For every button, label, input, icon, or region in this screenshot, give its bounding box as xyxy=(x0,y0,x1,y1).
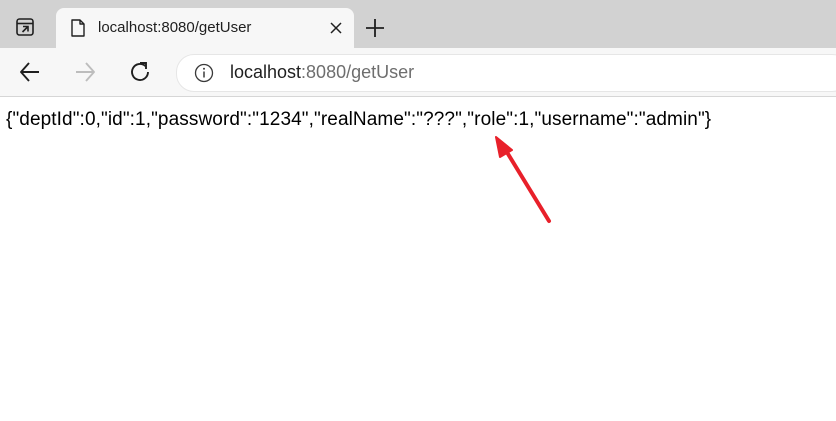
document-icon xyxy=(71,19,85,37)
address-bar[interactable]: localhost:8080/getUser xyxy=(176,54,836,92)
new-tab-plus-icon[interactable] xyxy=(363,16,387,40)
arrow-left-icon[interactable] xyxy=(17,59,43,85)
reload-icon[interactable] xyxy=(127,59,153,85)
tab-title: localhost:8080/getUser xyxy=(98,19,252,36)
info-icon[interactable] xyxy=(194,63,214,83)
arrow-right-icon[interactable] xyxy=(72,59,98,85)
url-text[interactable]: localhost:8080/getUser xyxy=(230,62,414,83)
navigation-toolbar: localhost:8080/getUser xyxy=(0,48,836,97)
tab-actions-button[interactable] xyxy=(10,14,40,40)
url-path: :8080/getUser xyxy=(301,62,415,82)
tab-active[interactable]: localhost:8080/getUser xyxy=(56,8,354,48)
json-response-text: {"deptId":0,"id":1,"password":"1234","re… xyxy=(6,109,712,130)
browser-window: localhost:8080/getUser localhost:8080/ge… xyxy=(0,0,836,421)
tab-strip: localhost:8080/getUser xyxy=(0,0,836,48)
url-host: localhost xyxy=(230,62,302,82)
close-icon[interactable] xyxy=(328,20,344,36)
page-content: {"deptId":0,"id":1,"password":"1234","re… xyxy=(0,97,836,421)
tab-actions-icon xyxy=(16,18,34,36)
